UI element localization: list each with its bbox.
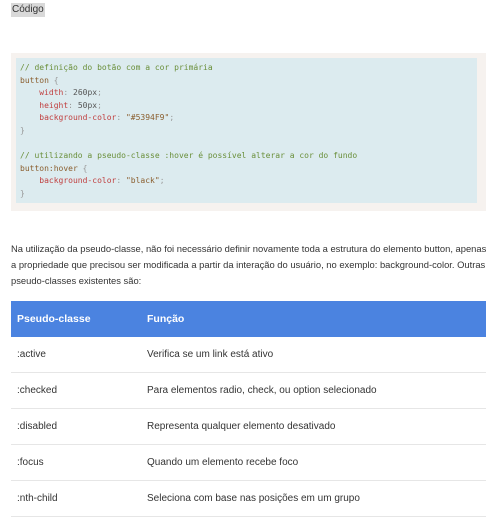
code-value: 50px [77,100,98,110]
table-cell-pseudo-class: :checked [11,372,141,409]
code-block: // definição do botão com a cor primária… [11,53,486,211]
code-punct: } [20,188,25,198]
code-property: background-color [39,113,117,123]
table-cell-function: Para elementos radio, check, ou option s… [141,372,486,409]
code-property: width [39,88,64,98]
table-header-row: Pseudo-classe Função [11,301,486,337]
code-comment: // utilizando a pseudo-classe :hover é p… [20,151,358,161]
table-row: :focus Quando um elemento recebe foco [11,444,486,481]
table-cell-pseudo-class: :focus [11,444,141,481]
code-punct: { [48,75,59,85]
table-header-pseudo-classe: Pseudo-classe [11,301,141,337]
table-row: :nth-child Seleciona com base nas posiçõ… [11,480,486,517]
code-value: "black" [125,176,160,186]
section-heading: Código [11,3,45,17]
table-cell-pseudo-class: :active [11,337,141,373]
code-comment: // definição do botão com a cor primária [20,63,213,72]
code-property: background-color [39,176,117,186]
code-value: "#5394F9" [125,113,170,123]
table-row: :checked Para elementos radio, check, ou… [11,372,486,409]
table-row: :disabled Representa qualquer elemento d… [11,408,486,445]
code-selector: button:hover [20,163,78,173]
table-header-funcao: Função [141,301,486,337]
code-value: 260px [73,88,98,98]
code-punct: { [77,163,88,173]
code-property: height [39,100,69,110]
code-selector: button [20,75,49,85]
table-cell-function: Verifica se um link está ativo [141,337,486,373]
table-cell-pseudo-class: :nth-child [11,480,141,517]
code-content: // definição do botão com a cor primária… [16,58,477,203]
table-cell-function: Representa qualquer elemento desativado [141,408,486,445]
table-cell-function: Quando um elemento recebe foco [141,444,486,481]
table-row: :active Verifica se um link está ativo [11,337,486,373]
pseudo-class-table: Pseudo-classe Função :active Verifica se… [11,301,486,517]
description-paragraph: Na utilização da pseudo-classe, não foi … [11,243,487,287]
table-cell-pseudo-class: :disabled [11,408,141,445]
code-punct: } [20,125,25,135]
table-cell-function: Seleciona com base nas posições em um gr… [141,480,486,517]
